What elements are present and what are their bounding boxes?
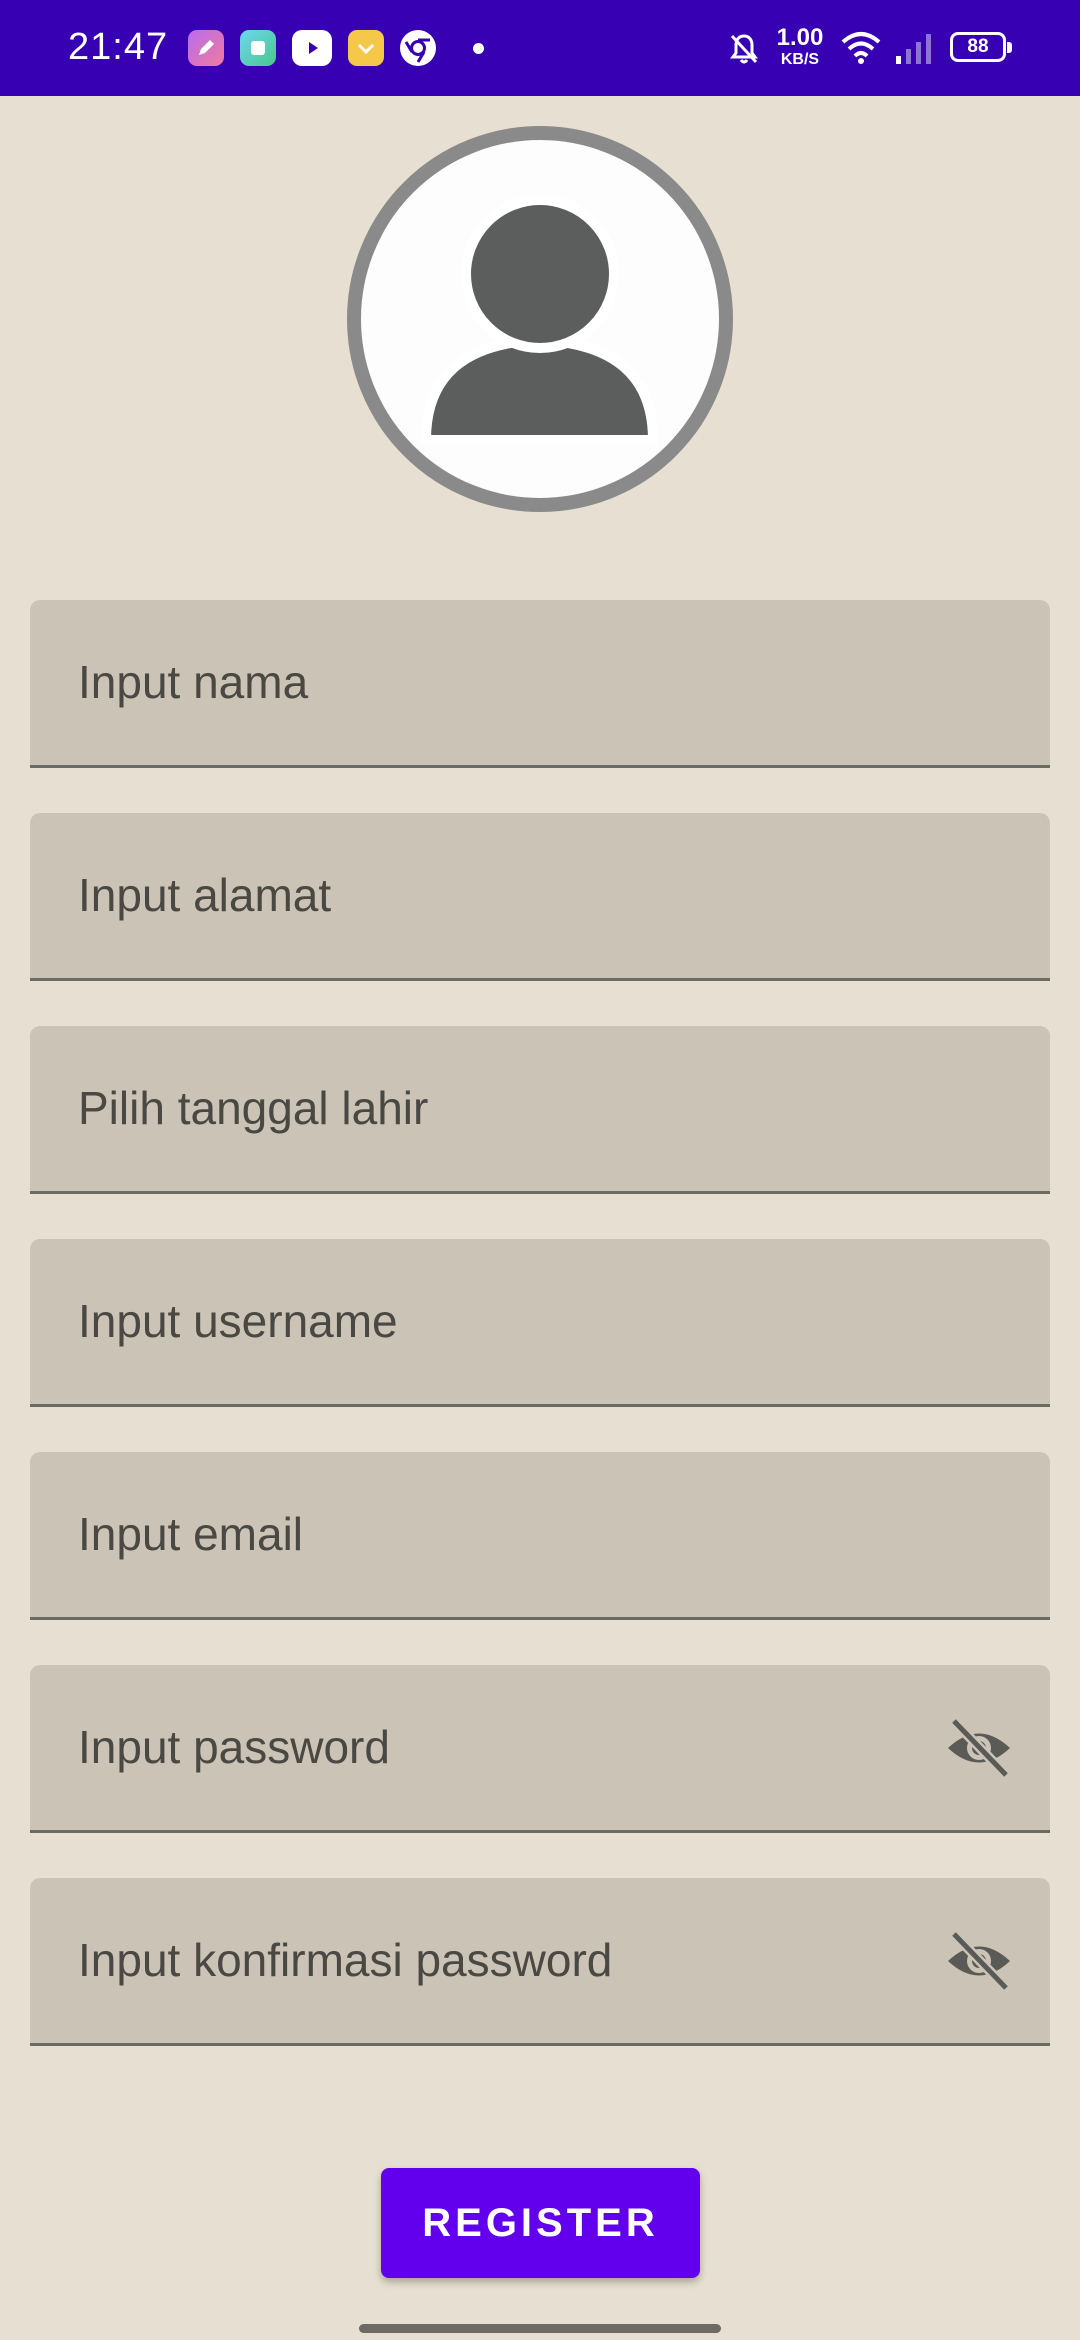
youtube-icon xyxy=(292,30,332,66)
status-bar: 21:47 1.00 KB/S 88 xyxy=(0,0,1080,96)
register-button[interactable]: REGISTER xyxy=(381,2168,700,2278)
birthdate-field[interactable]: Pilih tanggal lahir xyxy=(30,1026,1050,1194)
username-placeholder: Input username xyxy=(78,1294,398,1347)
battery-level: 88 xyxy=(967,36,989,57)
chrome-icon xyxy=(400,30,436,66)
email-placeholder: Input email xyxy=(78,1507,304,1560)
confirm-password-field[interactable]: Input konfirmasi password xyxy=(30,1878,1050,2046)
battery-icon: 88 xyxy=(950,32,1012,62)
name-placeholder: Input nama xyxy=(78,655,309,708)
dot-icon xyxy=(460,30,496,66)
address-field[interactable]: Input alamat xyxy=(30,813,1050,981)
avatar[interactable] xyxy=(347,126,733,512)
eye-off-icon[interactable] xyxy=(944,1713,1014,1783)
eye-off-icon[interactable] xyxy=(944,1926,1014,1996)
username-field[interactable]: Input username xyxy=(30,1239,1050,1407)
birthdate-placeholder: Pilih tanggal lahir xyxy=(78,1081,429,1134)
mute-bell-icon xyxy=(730,34,758,64)
password-placeholder: Input password xyxy=(78,1720,390,1773)
person-icon xyxy=(420,195,659,445)
address-placeholder: Input alamat xyxy=(78,868,332,921)
name-field[interactable]: Input nama xyxy=(30,600,1050,768)
email-field[interactable]: Input email xyxy=(30,1452,1050,1620)
wifi-icon xyxy=(841,32,881,64)
gallery-app-icon xyxy=(240,30,276,66)
confirm-password-placeholder: Input konfirmasi password xyxy=(78,1933,613,1986)
network-speed-value: 1.00 xyxy=(776,24,824,51)
edit-app-icon xyxy=(188,30,224,66)
network-speed-unit: KB/S xyxy=(780,51,820,68)
network-speed: 1.00 KB/S xyxy=(775,26,825,68)
password-field[interactable]: Input password xyxy=(30,1665,1050,1833)
home-indicator[interactable] xyxy=(359,2324,721,2333)
wallet-app-icon xyxy=(348,30,384,66)
signal-icon xyxy=(896,34,931,64)
status-time: 21:47 xyxy=(68,26,169,68)
